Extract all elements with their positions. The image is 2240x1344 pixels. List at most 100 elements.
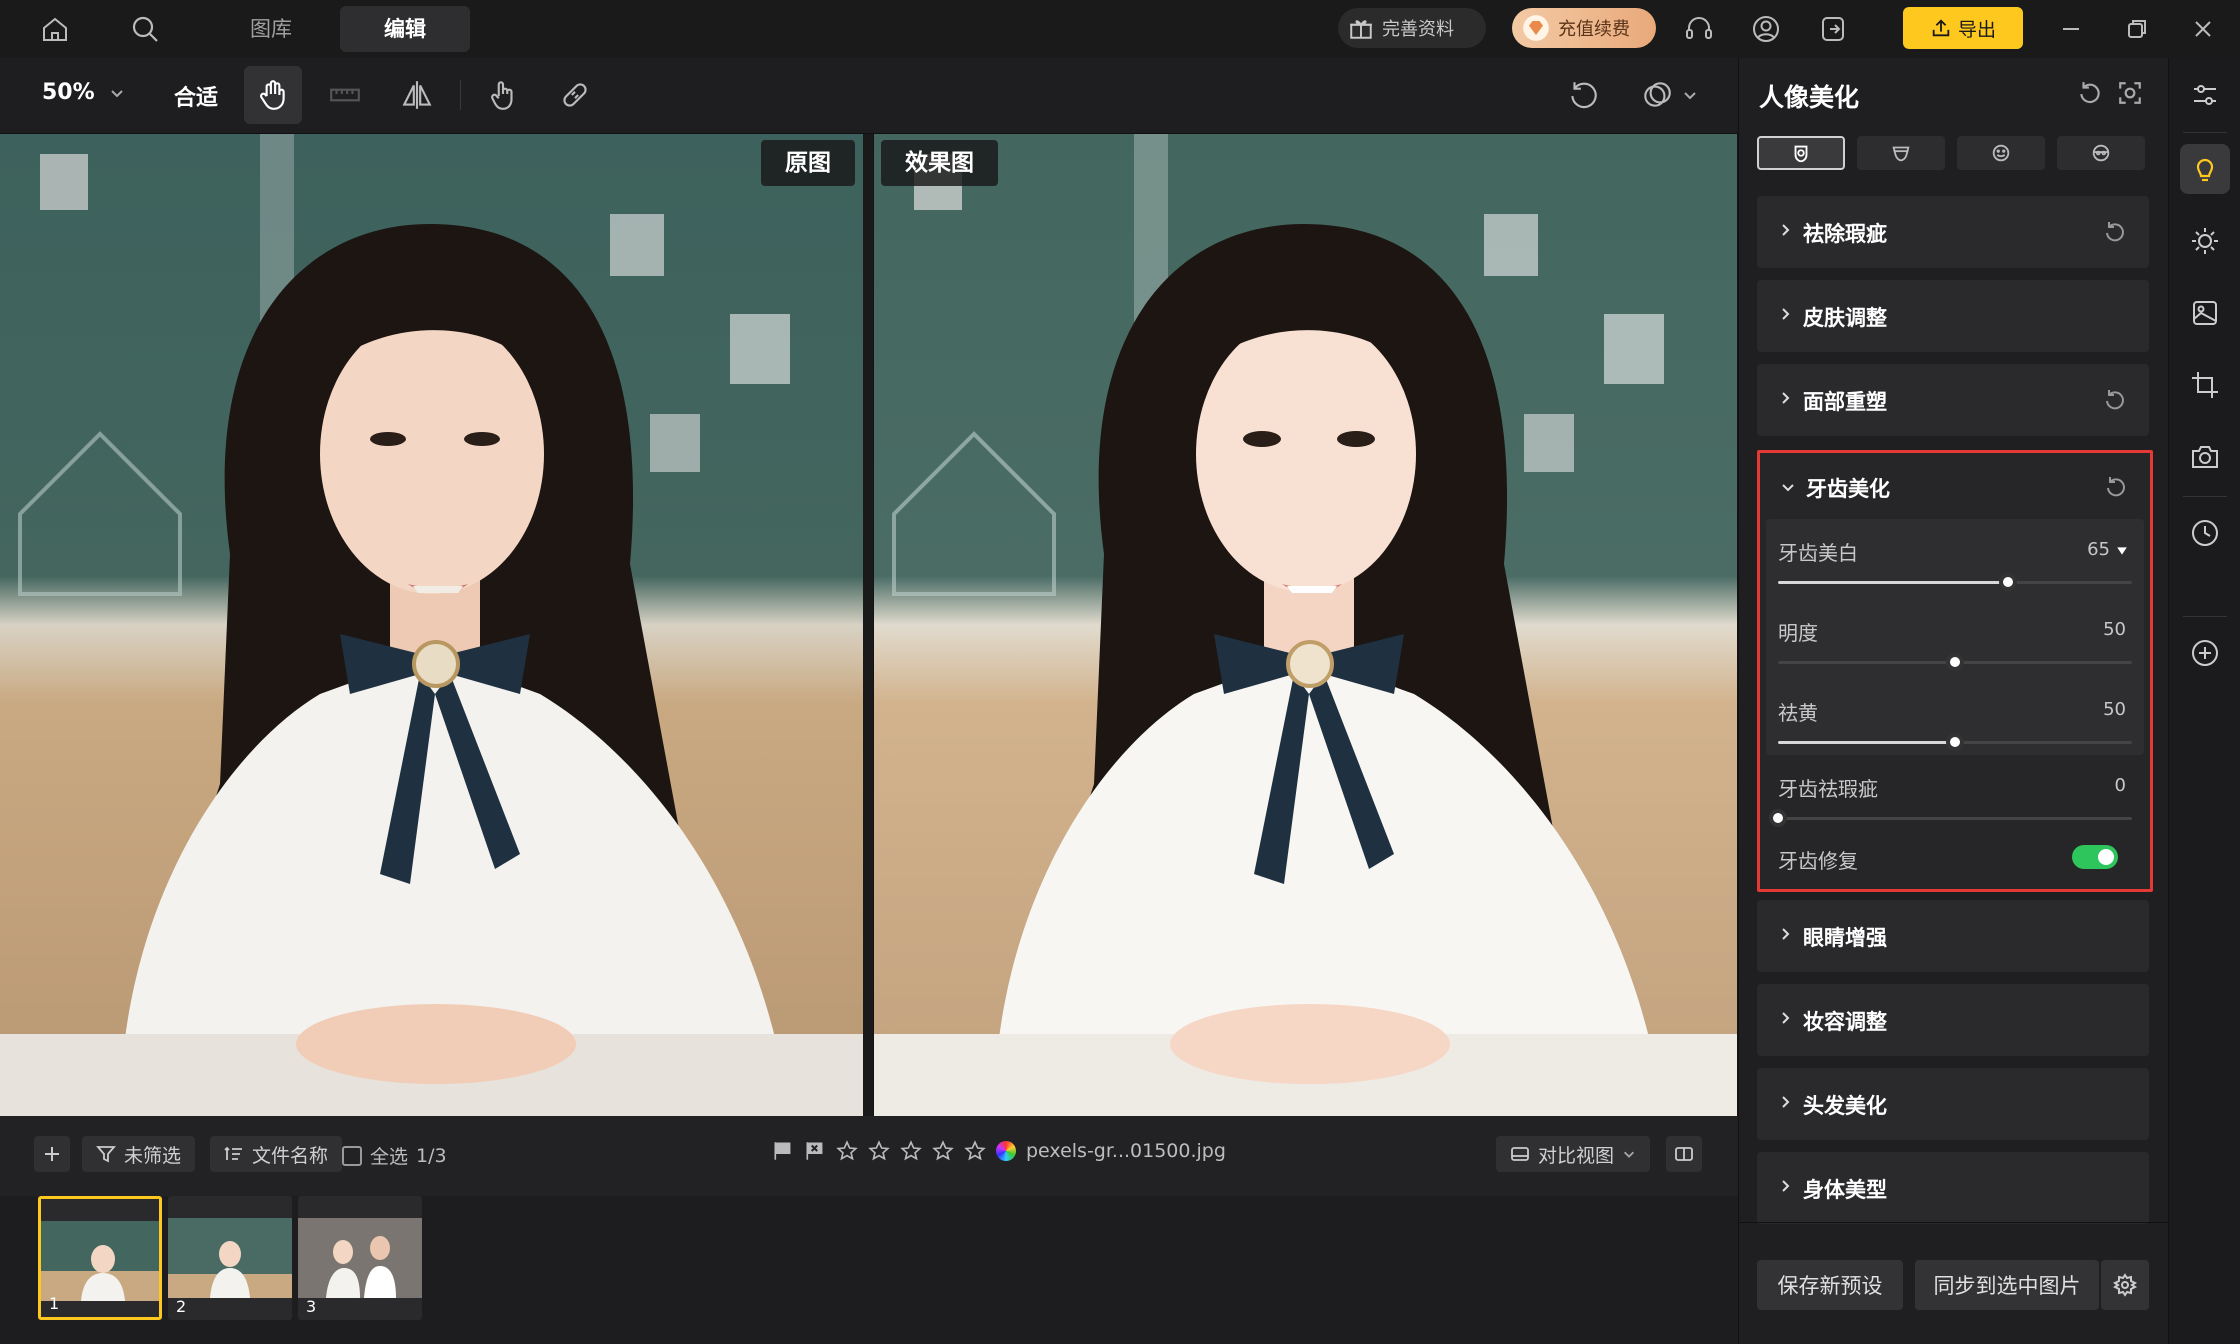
camera-tool[interactable] — [2180, 432, 2230, 482]
reset-all-icon[interactable] — [2077, 80, 2103, 110]
compare-view-dropdown[interactable]: 对比视图 — [1496, 1136, 1651, 1172]
star-icon[interactable] — [836, 1140, 858, 1162]
add-button[interactable] — [34, 1136, 70, 1172]
headset-icon[interactable] — [1678, 8, 1720, 50]
tab-face-beauty[interactable] — [1757, 136, 1845, 170]
slider-yellow-removal[interactable]: 祛黄 50 — [1768, 697, 2140, 753]
thumbnail-number: 2 — [176, 1297, 187, 1316]
home-icon[interactable] — [34, 8, 76, 50]
save-preset-button[interactable]: 保存新预设 — [1757, 1260, 1903, 1310]
section-body[interactable]: 身体美型 — [1757, 1152, 2149, 1224]
close-icon[interactable] — [2182, 8, 2224, 50]
add-tool[interactable] — [2180, 628, 2230, 678]
recharge-button[interactable]: 充值续费 — [1512, 8, 1656, 48]
caret-down-icon[interactable] — [2116, 545, 2128, 557]
crop-tool[interactable] — [2180, 360, 2230, 410]
star-icon[interactable] — [932, 1140, 954, 1162]
slider-track[interactable] — [1778, 733, 2132, 751]
fit-button[interactable]: 合适 — [174, 80, 218, 112]
thumbnail-3[interactable]: 3 — [298, 1196, 422, 1320]
section-teeth-header[interactable]: 牙齿美化 — [1760, 453, 2150, 523]
slider-knob[interactable] — [1769, 809, 1787, 827]
tab-eyes[interactable] — [2057, 136, 2145, 170]
hand-tool[interactable] — [244, 66, 302, 124]
section-makeup[interactable]: 妆容调整 — [1757, 984, 2149, 1056]
section-face-reshape[interactable]: 面部重塑 — [1757, 364, 2149, 436]
section-eyes[interactable]: 眼睛增强 — [1757, 900, 2149, 972]
zoom-value: 50% — [42, 80, 95, 105]
upload-icon — [1932, 19, 1950, 37]
filter-button[interactable]: 未筛选 — [82, 1136, 196, 1172]
slider-track[interactable] — [1778, 653, 2132, 671]
slider-knob[interactable] — [1946, 653, 1964, 671]
logout-icon[interactable] — [1812, 8, 1854, 50]
star-icon[interactable] — [900, 1140, 922, 1162]
restore-icon[interactable] — [2116, 8, 2158, 50]
history-tool[interactable] — [2180, 508, 2230, 558]
tab-gallery[interactable]: 图库 — [228, 6, 314, 52]
slider-value[interactable]: 65 — [2087, 539, 2110, 560]
finger-icon — [491, 81, 513, 110]
flag-reject-icon[interactable] — [804, 1140, 826, 1162]
slider-value[interactable]: 50 — [2103, 619, 2126, 640]
slider-teeth-whiten[interactable]: 牙齿美白 65 — [1768, 537, 2140, 593]
compare-canvas[interactable]: 原图 效果图 — [0, 134, 1738, 1116]
zoom-dropdown[interactable]: 50% — [42, 80, 125, 105]
slider-track[interactable] — [1778, 573, 2132, 591]
slider-brightness[interactable]: 明度 50 — [1768, 617, 2140, 673]
select-all-checkbox[interactable]: 全选 1/3 — [342, 1142, 447, 1169]
star-icon[interactable] — [964, 1140, 986, 1162]
teeth-repair-toggle[interactable] — [2072, 845, 2118, 869]
chevron-down-icon — [1684, 92, 1696, 100]
rotate-tool[interactable] — [1554, 66, 1612, 124]
tab-makeup[interactable] — [1857, 136, 1945, 170]
light-tool[interactable] — [2180, 216, 2230, 266]
section-blemish[interactable]: 祛除瑕疵 — [1757, 196, 2149, 268]
tab-edit[interactable]: 编辑 — [340, 6, 470, 52]
adjust-tool[interactable] — [2180, 70, 2230, 120]
thumbnail-number: 3 — [306, 1297, 317, 1316]
settings-button[interactable] — [2101, 1260, 2149, 1310]
export-button[interactable]: 导出 — [1903, 7, 2023, 49]
split-view-button[interactable] — [1666, 1136, 1702, 1172]
color-label-icon[interactable] — [996, 1141, 1016, 1161]
sync-selected-button[interactable]: 同步到选中图片 — [1915, 1260, 2099, 1310]
compare-divider[interactable] — [863, 134, 873, 1116]
touch-tool[interactable] — [474, 66, 532, 124]
flip-tool[interactable] — [388, 66, 446, 124]
thumbnail-image — [168, 1196, 292, 1320]
image-tool[interactable] — [2180, 288, 2230, 338]
flag-pick-icon[interactable] — [772, 1140, 794, 1162]
slider-knob[interactable] — [1999, 573, 2018, 591]
slider-teeth-blemish[interactable]: 牙齿祛瑕疵 0 — [1768, 773, 2140, 829]
complete-profile-button[interactable]: 完善资料 — [1338, 8, 1486, 48]
top-bar: 图库 编辑 完善资料 充值续费 导出 — [0, 0, 2240, 58]
bandage-tool[interactable] — [546, 66, 604, 124]
slider-value[interactable]: 0 — [2115, 775, 2126, 796]
reset-icon[interactable] — [2103, 388, 2127, 412]
slider-track[interactable] — [1769, 809, 2132, 827]
sort-button[interactable]: 文件名称 — [210, 1136, 343, 1172]
section-hair[interactable]: 头发美化 — [1757, 1068, 2149, 1140]
tab-expression[interactable] — [1957, 136, 2045, 170]
minimize-icon[interactable] — [2050, 8, 2092, 50]
export-label: 导出 — [1957, 18, 1996, 41]
reset-icon[interactable] — [2104, 475, 2128, 499]
section-skin[interactable]: 皮肤调整 — [1757, 280, 2149, 352]
camera-icon — [2192, 446, 2218, 468]
user-icon[interactable] — [1745, 8, 1787, 50]
slider-knob[interactable] — [1946, 733, 1964, 751]
portrait-tool[interactable] — [2180, 144, 2230, 194]
reset-icon[interactable] — [2103, 220, 2127, 244]
ruler-tool[interactable] — [316, 66, 374, 124]
diamond-icon — [1523, 15, 1549, 41]
slider-value[interactable]: 50 — [2103, 699, 2126, 720]
mask-dropdown[interactable] — [1624, 66, 1714, 124]
thumbnail-1[interactable]: 1 — [38, 1196, 162, 1320]
search-icon[interactable] — [124, 8, 166, 50]
thumbnail-2[interactable]: 2 — [168, 1196, 292, 1320]
effect-photo: 效果图 — [873, 134, 1738, 1116]
chevron-down-icon — [110, 89, 123, 97]
star-icon[interactable] — [868, 1140, 890, 1162]
face-detect-icon[interactable] — [2117, 80, 2143, 110]
